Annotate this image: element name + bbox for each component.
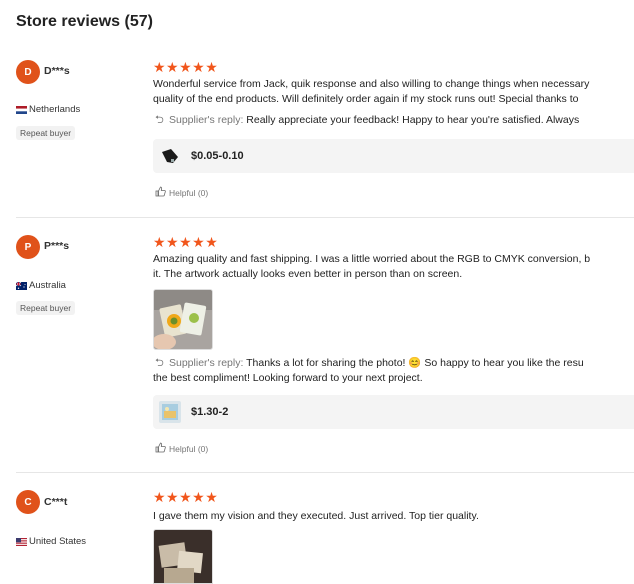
avatar: D	[16, 60, 40, 84]
reply-label: Supplier's reply:	[169, 114, 244, 126]
rating-stars: ★★★★★	[153, 59, 219, 75]
review-text-line: Wonderful service from Jack, quik respon…	[153, 78, 590, 90]
united-states-flag-icon	[16, 537, 27, 546]
reviewer-country: Netherlands	[16, 104, 80, 115]
product-thumbnail	[159, 401, 181, 423]
reply-text: Really appreciate your feedback! Happy t…	[243, 114, 580, 126]
review-divider	[16, 217, 634, 218]
netherlands-flag-icon	[16, 105, 27, 114]
thumbs-up-icon	[155, 442, 166, 455]
review-text-line: quality of the end products. Will defini…	[153, 93, 579, 105]
avatar: P	[16, 235, 40, 259]
reviewer-country: Australia	[16, 280, 66, 291]
reviewer-name: P***s	[44, 240, 70, 252]
reply-arrow-icon: ⮌	[155, 357, 164, 369]
review-text-line: it. The artwork actually looks even bett…	[153, 268, 463, 280]
product-bar[interactable]: $1.30-2	[153, 395, 634, 429]
helpful-button[interactable]: Helpful (0)	[155, 186, 208, 199]
thumbs-up-icon	[155, 186, 166, 199]
country-name: Netherlands	[29, 104, 81, 115]
reviewer-name: C***t	[44, 496, 68, 508]
page-title: Store reviews (57)	[16, 13, 153, 30]
rating-stars: ★★★★★	[153, 234, 219, 250]
country-name: United States	[29, 536, 87, 547]
reply-text: Thanks a lot for sharing the photo! 😊 So…	[243, 357, 584, 369]
review-photo[interactable]	[153, 289, 213, 350]
helpful-label: Helpful (0)	[169, 443, 209, 454]
helpful-button[interactable]: Helpful (0)	[155, 442, 208, 455]
repeat-buyer-badge: Repeat buyer	[16, 126, 76, 140]
reviewer-name: D***s	[44, 65, 70, 77]
review-text-line: Amazing quality and fast shipping. I was…	[153, 253, 591, 265]
helpful-label: Helpful (0)	[169, 187, 209, 198]
product-bar[interactable]: $0.05-0.10	[153, 139, 634, 173]
repeat-buyer-badge: Repeat buyer	[16, 301, 76, 315]
product-thumbnail	[159, 145, 181, 167]
australia-flag-icon	[16, 281, 27, 290]
supplier-reply: ⮌ Supplier's reply: Thanks a lot for shar…	[155, 356, 634, 372]
review-text-line: I gave them my vision and they executed.…	[153, 510, 479, 522]
product-price: $1.30-2	[191, 406, 229, 418]
reply-arrow-icon: ⮌	[155, 114, 164, 126]
review-photo[interactable]	[153, 529, 213, 584]
reply-label: Supplier's reply:	[169, 357, 244, 369]
reply-text-line: the best compliment! Looking forward to …	[153, 372, 423, 384]
country-name: Australia	[29, 280, 66, 291]
product-price: $0.05-0.10	[191, 150, 244, 162]
review-divider	[16, 472, 634, 473]
supplier-reply: ⮌ Supplier's reply: Really appreciate you…	[155, 113, 634, 129]
rating-stars: ★★★★★	[153, 489, 219, 505]
reviewer-country: United States	[16, 536, 86, 547]
avatar: C	[16, 490, 40, 514]
